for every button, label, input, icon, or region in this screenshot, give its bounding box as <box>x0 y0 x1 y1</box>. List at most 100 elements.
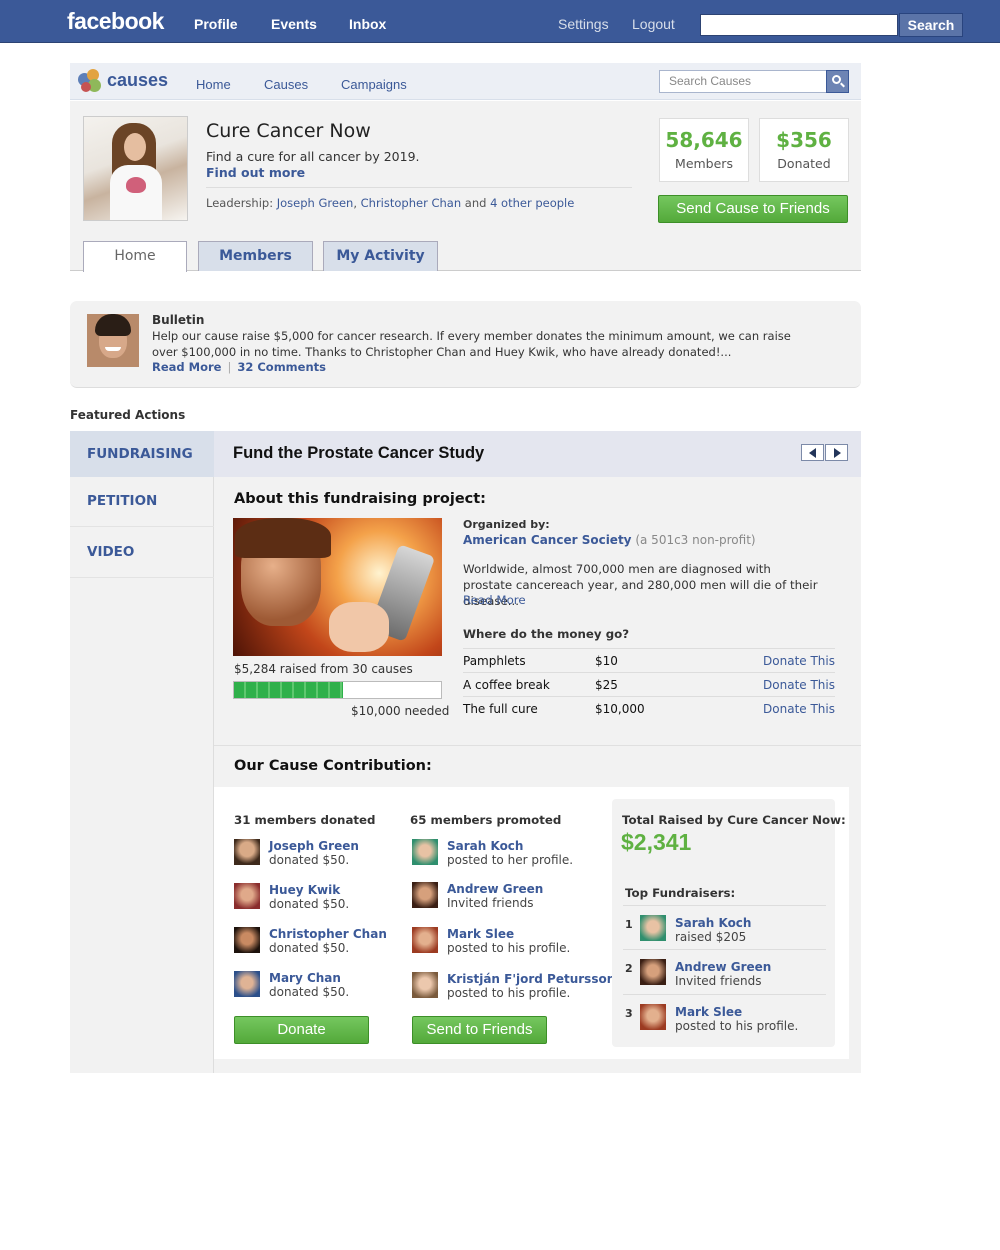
causes-search-input[interactable]: Search Causes <box>659 70 827 93</box>
bulletin-panel: Bulletin Help our cause raise $5,000 for… <box>70 301 861 388</box>
list-item[interactable]: Huey Kwik donated $50. <box>234 883 414 915</box>
member-name-link[interactable]: Sarah Koch <box>447 839 523 853</box>
facebook-search-input[interactable] <box>700 14 898 36</box>
facebook-search-button[interactable]: Search <box>899 13 963 37</box>
bulletin-comments-link[interactable]: 32 Comments <box>237 360 326 374</box>
list-item[interactable]: Andrew Green Invited friends <box>412 882 592 914</box>
members-count: 58,646 <box>665 128 743 152</box>
money-item: Pamphlets <box>463 654 526 668</box>
fundraiser-name-link[interactable]: Andrew Green <box>675 960 771 974</box>
money-row: A coffee break $25 Donate This <box>463 672 835 696</box>
list-item[interactable]: Joseph Green donated $50. <box>234 839 414 871</box>
avatar[interactable] <box>640 1004 666 1030</box>
list-item[interactable]: Kristján F'jord Petursson posted to his … <box>412 972 615 1004</box>
leader-link[interactable]: Christopher Chan <box>361 196 461 210</box>
tab-home[interactable]: Home <box>83 241 187 272</box>
member-name-link[interactable]: Joseph Green <box>269 839 359 853</box>
nav-profile[interactable]: Profile <box>194 16 238 32</box>
divider <box>206 187 632 188</box>
causes-search-button[interactable] <box>826 70 849 93</box>
donate-this-link[interactable]: Donate This <box>763 678 835 692</box>
tab-my-activity[interactable]: My Activity <box>323 241 438 271</box>
member-name-link[interactable]: Christopher Chan <box>269 927 387 941</box>
member-name-link[interactable]: Andrew Green <box>447 882 543 896</box>
member-action: Invited friends <box>447 896 534 910</box>
member-name-link[interactable]: Kristján F'jord Petursson <box>447 972 615 986</box>
avatar[interactable] <box>640 959 666 985</box>
progress-bar <box>233 681 442 699</box>
donated-stat[interactable]: $356 Donated <box>759 118 849 182</box>
avatar[interactable] <box>234 971 260 997</box>
organizer-link[interactable]: American Cancer Society <box>463 533 632 547</box>
member-action: posted to her profile. <box>447 853 574 867</box>
cause-tagline: Find a cure for all cancer by 2019. <box>206 149 420 164</box>
donate-button[interactable]: Donate <box>234 1016 369 1044</box>
avatar[interactable] <box>234 883 260 909</box>
nav-events[interactable]: Events <box>271 16 317 32</box>
causes-nav-causes[interactable]: Causes <box>264 77 308 92</box>
causes-logo-text[interactable]: causes <box>107 70 168 91</box>
side-item-video[interactable]: VIDEO <box>70 529 214 578</box>
tab-members[interactable]: Members <box>198 241 313 271</box>
cause-header: Cure Cancer Now Find a cure for all canc… <box>70 101 861 272</box>
list-item[interactable]: Sarah Koch posted to her profile. <box>412 839 592 871</box>
side-item-fundraising[interactable]: FUNDRAISING <box>70 431 222 477</box>
causes-nav-campaigns[interactable]: Campaigns <box>341 77 407 92</box>
avatar[interactable] <box>234 839 260 865</box>
top-fundraiser-row[interactable]: 2 Andrew Green Invited friends <box>623 949 826 994</box>
avatar[interactable] <box>412 882 438 908</box>
avatar[interactable] <box>640 915 666 941</box>
facebook-top-bar: facebook Profile Events Inbox Settings L… <box>0 0 1000 43</box>
find-out-more-link[interactable]: Find out more <box>206 165 305 180</box>
bulletin-read-more-link[interactable]: Read More <box>152 360 221 374</box>
top-fundraiser-row[interactable]: 1 Sarah Koch raised $205 <box>623 905 826 950</box>
top-fundraiser-row[interactable]: 3 Mark Slee posted to his profile. <box>623 994 826 1039</box>
money-item: The full cure <box>463 702 538 716</box>
fundraiser-name-link[interactable]: Mark Slee <box>675 1005 742 1019</box>
bulletin-author-avatar[interactable] <box>87 314 139 367</box>
featured-header: Fund the Prostate Cancer Study <box>214 431 861 477</box>
avatar[interactable] <box>234 927 260 953</box>
donate-this-link[interactable]: Donate This <box>763 654 835 668</box>
money-row: Pamphlets $10 Donate This <box>463 648 835 672</box>
prev-arrow-button[interactable] <box>801 444 824 461</box>
side-item-petition[interactable]: PETITION <box>70 478 214 527</box>
cause-photo[interactable] <box>83 116 188 221</box>
list-item[interactable]: Mary Chan donated $50. <box>234 971 414 1003</box>
nav-inbox[interactable]: Inbox <box>349 16 386 32</box>
other-leaders-link[interactable]: 4 other people <box>490 196 574 210</box>
donate-this-link[interactable]: Donate This <box>763 702 835 716</box>
organized-by-label: Organized by: <box>463 518 550 531</box>
member-action: donated $50. <box>269 853 350 867</box>
avatar[interactable] <box>412 839 438 865</box>
member-action: donated $50. <box>269 941 350 955</box>
fundraiser-name-link[interactable]: Sarah Koch <box>675 916 751 930</box>
nav-logout[interactable]: Logout <box>632 16 675 32</box>
member-name-link[interactable]: Mary Chan <box>269 971 341 985</box>
money-row: The full cure $10,000 Donate This <box>463 696 835 720</box>
causes-nav-home[interactable]: Home <box>196 77 231 92</box>
featured-title: Fund the Prostate Cancer Study <box>233 444 485 462</box>
avatar[interactable] <box>412 927 438 953</box>
fundraising-photo[interactable] <box>233 518 442 656</box>
member-name-link[interactable]: Mark Slee <box>447 927 514 941</box>
avatar[interactable] <box>412 972 438 998</box>
nav-settings[interactable]: Settings <box>558 16 609 32</box>
facebook-logo[interactable]: facebook <box>67 8 164 35</box>
members-stat[interactable]: 58,646 Members <box>659 118 749 182</box>
causes-logo-icon[interactable] <box>78 69 102 93</box>
list-item[interactable]: Christopher Chan donated $50. <box>234 927 414 959</box>
money-amount: $10,000 <box>595 702 645 716</box>
donated-label: Donated <box>777 156 831 171</box>
member-name-link[interactable]: Huey Kwik <box>269 883 340 897</box>
organizer-line: American Cancer Society (a 501c3 non-pro… <box>463 533 756 547</box>
send-cause-to-friends-button[interactable]: Send Cause to Friends <box>658 195 848 223</box>
featured-side-nav: FUNDRAISING PETITION VIDEO <box>70 431 222 1073</box>
leader-link[interactable]: Joseph Green <box>277 196 354 210</box>
money-amount: $10 <box>595 654 618 668</box>
next-arrow-button[interactable] <box>825 444 848 461</box>
list-item[interactable]: Mark Slee posted to his profile. <box>412 927 592 959</box>
description-read-more-link[interactable]: Read More <box>463 593 526 607</box>
send-to-friends-button[interactable]: Send to Friends <box>412 1016 547 1044</box>
leadership-label: Leadership: <box>206 196 274 210</box>
